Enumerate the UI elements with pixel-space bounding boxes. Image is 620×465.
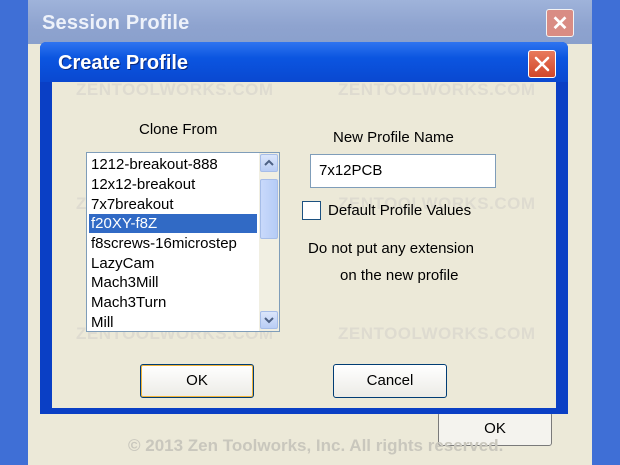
desktop-frame-right [592,0,620,465]
new-profile-name-label: New Profile Name [333,129,454,146]
watermark-text: ZENTOOLWORKS.COM [338,80,536,99]
session-profile-titlebar: Session Profile ✕ [28,0,592,44]
session-profile-title: Session Profile [42,12,190,34]
chevron-up-icon [264,159,274,166]
watermark-text: ZENTOOLWORKS.COM [76,80,274,99]
scroll-down-button[interactable] [260,311,278,329]
copyright-text: © 2013 Zen Toolworks, Inc. All rights re… [128,436,504,455]
list-item-selected[interactable]: f20XY-f8Z [89,214,257,233]
list-item[interactable]: Mach3Turn [91,293,257,312]
list-item[interactable]: 7x7breakout [91,195,257,214]
default-profile-values-label: Default Profile Values [328,202,472,219]
new-profile-name-input[interactable]: 7x12PCB [310,154,496,188]
session-profile-close-button[interactable]: ✕ [546,9,574,37]
notice-line-1: Do not put any extension [308,240,474,257]
list-item[interactable]: f8screws-16microstep [91,234,257,253]
list-item[interactable]: Mill [91,313,257,331]
close-icon [534,56,550,72]
ok-button[interactable]: OK [140,364,254,398]
clone-from-listbox[interactable]: 1212-breakout-888 12x12-breakout 7x7brea… [86,152,280,332]
list-item[interactable]: 12x12-breakout [91,175,257,194]
chevron-down-icon [264,317,274,324]
list-item[interactable]: Mach3Mill [91,273,257,292]
list-item[interactable]: LazyCam [91,254,257,273]
desktop-frame-left [0,0,28,465]
notice-line-2: on the new profile [340,267,459,284]
default-profile-values-checkbox[interactable] [302,201,321,220]
create-profile-titlebar: Create Profile [40,42,568,82]
cancel-button[interactable]: Cancel [333,364,447,398]
listbox-scrollbar[interactable] [259,153,279,331]
close-button[interactable] [528,50,556,78]
clone-from-label: Clone From [139,121,218,138]
watermark-text: ZENTOOLWORKS.COM [338,324,536,343]
dialog-title: Create Profile [58,52,189,74]
scroll-up-button[interactable] [260,154,278,172]
list-item[interactable]: 1212-breakout-888 [91,155,257,174]
scroll-thumb[interactable] [260,179,278,239]
